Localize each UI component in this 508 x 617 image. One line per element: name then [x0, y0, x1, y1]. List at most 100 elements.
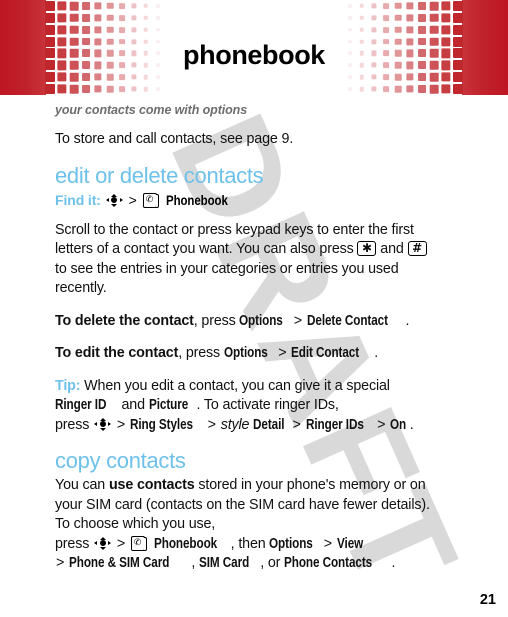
banner-pattern-cell	[344, 71, 356, 83]
hash-key-icon: #	[407, 241, 427, 256]
banner-pattern-cell	[416, 0, 428, 12]
banner-pattern-cell	[56, 71, 68, 83]
banner-pattern-cell	[44, 83, 56, 95]
banner-pattern-cell	[380, 0, 392, 12]
tip-text-2: . To activate ringer IDs,	[196, 397, 339, 413]
banner-pattern-cell	[452, 83, 464, 95]
banner-pattern-cell	[80, 12, 92, 24]
tip-label: Tip:	[55, 377, 81, 394]
edit-contact-press: , press	[178, 345, 221, 361]
banner-pattern-cell	[452, 24, 464, 36]
banner-pattern-cell	[344, 12, 356, 24]
banner-pattern-cell	[68, 12, 80, 24]
banner-pattern-cell	[440, 0, 452, 12]
banner-pattern-cell	[116, 71, 128, 83]
copy-or: , or	[260, 555, 281, 571]
banner-pattern-cell	[404, 83, 416, 95]
banner-pattern-cell	[452, 71, 464, 83]
banner-pattern-cell	[404, 71, 416, 83]
menu-options-edit: Options	[223, 345, 268, 361]
banner-pattern-cell	[152, 83, 164, 95]
copy-text-1: You can	[55, 477, 106, 493]
banner-pattern-cell	[440, 71, 452, 83]
banner-pattern-cell	[128, 12, 140, 24]
banner-pattern-cell	[140, 12, 152, 24]
find-it-target-phonebook: Phonebook	[165, 191, 228, 208]
banner-pattern-cell	[380, 12, 392, 24]
menu-sim-card: SIM Card	[199, 555, 250, 571]
banner-pattern-cell	[416, 83, 428, 95]
menu-on: On	[390, 416, 407, 433]
banner-pattern-cell	[152, 0, 164, 12]
page-number: 21	[479, 592, 496, 608]
menu-phone-contacts: Phone Contacts	[284, 555, 373, 571]
banner-pattern-cell	[380, 71, 392, 83]
menu-phone-and-sim-card: Phone & SIM Card	[69, 555, 170, 571]
banner-pattern-cell	[428, 12, 440, 24]
banner-pattern-cell	[428, 24, 440, 36]
menu-view: View	[336, 535, 363, 552]
banner-pattern-cell	[368, 12, 380, 24]
scroll-instructions-paragraph: Scroll to the contact or press keypad ke…	[55, 221, 430, 299]
scroll-text-part-2: to see the entries in your categories or…	[55, 260, 399, 297]
page-title: phonebook	[183, 40, 325, 70]
banner-pattern-cell	[92, 71, 104, 83]
banner-pattern-cell	[428, 71, 440, 83]
banner-pattern-cell	[392, 24, 404, 36]
menu-phonebook: Phonebook	[153, 535, 217, 552]
banner-pattern-cell	[392, 0, 404, 12]
banner-pattern-cell	[56, 24, 68, 36]
banner-pattern-cell	[92, 0, 104, 12]
menu-edit-contact: Edit Contact	[291, 345, 360, 361]
copy-press: press	[55, 535, 90, 552]
banner-pattern-cell	[104, 71, 116, 83]
header-banner: phonebook	[0, 0, 508, 95]
menu-style-placeholder: style	[220, 416, 250, 433]
intro-paragraph: To store and call contacts, see page 9.	[55, 131, 294, 147]
banner-pattern-cell	[128, 71, 140, 83]
menu-ringer-ids: Ringer IDs	[305, 416, 364, 433]
banner-pattern-cell	[140, 24, 152, 36]
banner-pattern-cell	[152, 71, 164, 83]
banner-pattern-cell	[140, 0, 152, 12]
tip-text-1: When you edit a contact, you can give it…	[84, 377, 390, 394]
banner-pattern-cell	[428, 0, 440, 12]
banner-pattern-cell	[440, 12, 452, 24]
banner-pattern-cell	[440, 24, 452, 36]
banner-pattern-cell	[356, 0, 368, 12]
banner-pattern-cell	[404, 12, 416, 24]
banner-pattern-cell	[416, 24, 428, 36]
banner-pattern-cell	[344, 0, 356, 12]
banner-pattern-cell	[140, 71, 152, 83]
banner-pattern-cell	[128, 83, 140, 95]
delete-contact-press: , press	[193, 312, 236, 329]
banner-pattern-cell	[128, 24, 140, 36]
section-heading-copy-contacts: copy contacts	[55, 448, 186, 473]
banner-pattern-cell	[440, 83, 452, 95]
navigation-key-icon	[94, 536, 112, 550]
banner-pattern-cell	[392, 83, 404, 95]
banner-pattern-cell	[356, 71, 368, 83]
delete-contact-paragraph: To delete the contact, press Options > De…	[55, 312, 430, 332]
banner-pattern-cell	[344, 24, 356, 36]
banner-pattern-cell	[56, 12, 68, 24]
banner-pattern-cell	[68, 24, 80, 36]
banner-pattern-cell	[140, 83, 152, 95]
banner-pattern-cell	[428, 83, 440, 95]
banner-pattern-cell	[356, 83, 368, 95]
banner-pattern-cell	[44, 71, 56, 83]
document-content: your contacts come with options To store…	[55, 103, 430, 587]
menu-ring-styles: Ring Styles	[129, 416, 193, 433]
banner-pattern-cell	[92, 83, 104, 95]
banner-pattern-cell	[416, 12, 428, 24]
banner-pattern-cell	[380, 83, 392, 95]
banner-pattern-cell	[404, 24, 416, 36]
find-it-label: Find it:	[55, 191, 101, 208]
banner-pattern-cell	[152, 24, 164, 36]
banner-pattern-cell	[152, 12, 164, 24]
star-key-icon: ✱	[357, 241, 377, 256]
banner-pattern-cell	[80, 71, 92, 83]
banner-pattern-cell	[392, 71, 404, 83]
tip-paragraph: Tip: When you edit a contact, you can gi…	[55, 377, 430, 436]
banner-pattern-cell	[116, 83, 128, 95]
